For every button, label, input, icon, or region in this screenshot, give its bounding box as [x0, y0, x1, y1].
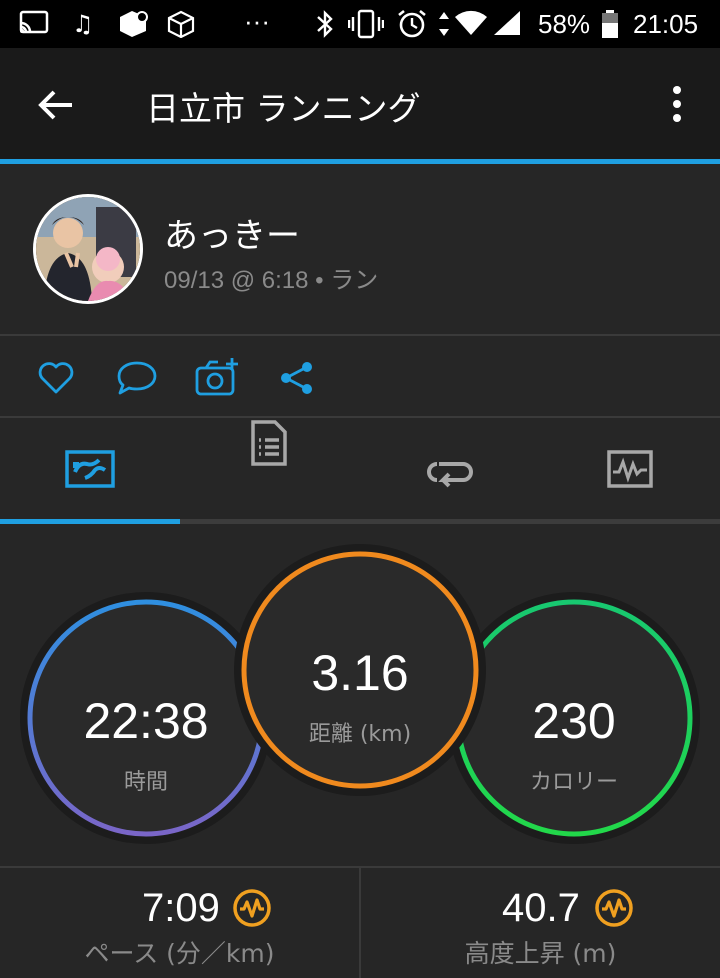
comment-button[interactable] — [115, 358, 157, 398]
app-bar: 日立市 ランニング — [0, 48, 720, 159]
box-icon — [166, 10, 196, 44]
add-photo-button[interactable] — [194, 356, 238, 396]
elevation-label: 高度上昇 (m) — [464, 939, 617, 968]
more-notifications: ··· — [244, 6, 270, 36]
share-button[interactable] — [277, 358, 317, 398]
pace-badge-icon — [232, 888, 272, 932]
secondary-stats: 7:09 ペース (分／km) 40.7 高度上昇 (m) — [0, 866, 720, 978]
battery-percent: 58% — [538, 9, 591, 39]
activity-meta: 09/13 @ 6:18 • ラン — [164, 267, 379, 294]
battery-icon — [601, 9, 619, 45]
tab-charts[interactable] — [540, 418, 720, 524]
back-button[interactable] — [32, 81, 80, 129]
stats-circles: 22:38 時間 3.16 距離 (km) 230 カロリー — [0, 530, 720, 865]
vibrate-icon — [347, 8, 385, 46]
bluetooth-icon — [315, 9, 335, 45]
music-icon: ♫ — [72, 10, 94, 38]
pace-stat: 7:09 ペース (分／km) — [0, 868, 361, 978]
tab-summary[interactable] — [0, 418, 180, 524]
add-photo-icon — [195, 358, 238, 396]
tab-details[interactable] — [180, 418, 360, 524]
page-title: 日立市 ランニング — [146, 89, 421, 128]
distance-value: 3.16 — [311, 645, 409, 701]
avatar[interactable] — [33, 194, 143, 304]
tab-laps[interactable] — [360, 418, 540, 524]
alarm-icon — [396, 8, 428, 46]
tab-indicator — [0, 519, 180, 524]
arrow-left-icon — [38, 90, 72, 120]
comment-icon — [117, 361, 157, 395]
laps-loop-icon — [427, 462, 473, 488]
time-value: 22:38 — [83, 693, 209, 749]
user-name[interactable]: あっきー — [164, 208, 300, 257]
time-label: 時間 — [123, 770, 168, 795]
wifi-icon — [454, 9, 488, 43]
charts-icon — [607, 450, 653, 488]
like-button[interactable] — [36, 358, 76, 398]
details-list-icon — [251, 420, 287, 466]
activity-header: あっきー 09/13 @ 6:18 • ラン — [0, 164, 720, 336]
avatar-photo — [36, 197, 140, 301]
elevation-stat: 40.7 高度上昇 (m) — [361, 868, 720, 978]
elevation-badge-icon — [594, 888, 634, 932]
calories-label: カロリー — [529, 770, 618, 795]
heart-icon — [38, 362, 74, 394]
tab-indicator-track — [0, 519, 720, 524]
share-icon — [281, 362, 312, 394]
signal-icon — [492, 9, 522, 43]
elevation-value: 40.7 — [502, 886, 580, 930]
clock-time: 21:05 — [633, 9, 699, 39]
status-bar: ♫ ··· 58% 21:05 — [0, 0, 720, 48]
pace-value: 7:09 — [142, 886, 220, 930]
overflow-menu-button[interactable] — [660, 82, 694, 126]
app-notification-icon — [116, 9, 150, 45]
distance-label: 距離 (km) — [308, 722, 412, 747]
data-arrows-icon — [437, 9, 451, 45]
activity-tabs — [0, 418, 720, 524]
calories-value: 230 — [532, 693, 616, 749]
cast-icon — [18, 9, 50, 43]
social-actions — [0, 336, 720, 418]
pace-label: ペース (分／km) — [84, 939, 275, 968]
more-vert-icon — [673, 86, 681, 122]
summary-map-icon — [65, 450, 115, 488]
